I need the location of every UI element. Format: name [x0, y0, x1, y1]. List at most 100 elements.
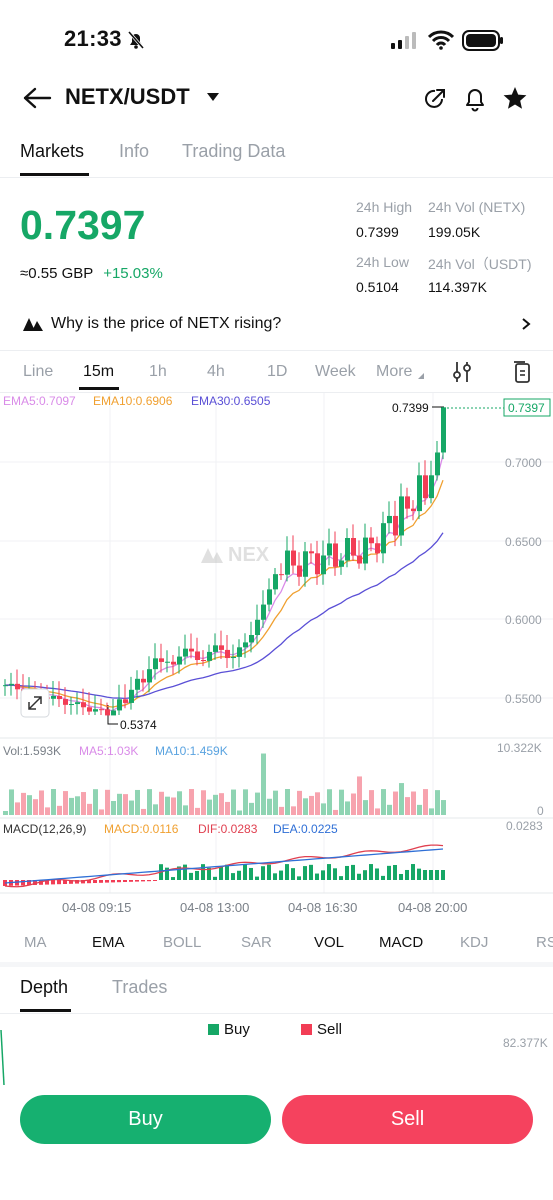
tf-15m[interactable]: 15m	[83, 363, 114, 381]
share-icon[interactable]	[423, 87, 447, 111]
status-time: 21:33	[64, 26, 122, 51]
volume-bar	[117, 793, 122, 815]
signal-icon	[391, 32, 416, 49]
volume-bar	[105, 789, 110, 815]
more-caret-icon	[418, 373, 424, 379]
candle-up	[9, 683, 14, 686]
candle-up	[321, 555, 326, 575]
tab-depth[interactable]: Depth	[20, 977, 68, 998]
candle-down	[333, 543, 338, 567]
macd-bar	[375, 868, 379, 880]
candle-up	[3, 685, 8, 687]
candle-down	[309, 551, 314, 554]
why-rising-row[interactable]: Why is the price of NETX rising?	[0, 305, 553, 345]
volume-bar	[393, 791, 398, 815]
ema-lines	[4, 454, 444, 712]
favorite-star-icon[interactable]	[502, 86, 528, 110]
ind-ma[interactable]: MA	[24, 934, 47, 951]
price-tick: 0.5500	[505, 692, 542, 706]
macd-bar	[435, 870, 439, 880]
volume-bar	[63, 791, 68, 815]
chart-grid	[0, 393, 553, 894]
candle-down	[159, 658, 164, 662]
candle-up	[363, 537, 368, 564]
macd-bar	[57, 880, 61, 885]
sell-button[interactable]: Sell	[282, 1095, 533, 1144]
macd-bars	[3, 844, 445, 888]
macd-bar	[309, 864, 313, 880]
candle-up	[93, 709, 98, 712]
macd-bar	[417, 868, 421, 880]
macd-bar	[99, 880, 103, 883]
volume-bar	[207, 799, 212, 815]
candle-up	[111, 710, 116, 716]
ind-macd[interactable]: MACD	[379, 934, 423, 951]
tf-1h[interactable]: 1h	[149, 363, 167, 381]
tab-markets[interactable]: Markets	[20, 141, 84, 162]
alert-bell-icon[interactable]	[463, 86, 487, 112]
tab-trades[interactable]: Trades	[112, 977, 167, 998]
volume-bar	[435, 790, 440, 815]
macd-bar	[237, 870, 241, 880]
back-arrow-icon[interactable]	[22, 86, 52, 110]
macd-bar	[339, 876, 343, 880]
volume-bar	[261, 753, 266, 815]
battery-icon	[462, 30, 503, 51]
volume-bar	[291, 806, 296, 815]
macd-bar	[213, 876, 217, 880]
ind-boll[interactable]: BOLL	[163, 934, 201, 951]
volume-bar	[51, 789, 56, 815]
dif-value: DIF:0.0283	[198, 822, 258, 836]
ind-kdj[interactable]: KDJ	[460, 934, 488, 951]
volume-bar	[69, 797, 74, 815]
time-tick: 04-08 09:15	[62, 900, 131, 915]
candle-up	[429, 475, 434, 499]
candlestick-chart[interactable]: NEX EMA5:0.7097 EMA10:0.6906 EMA30:0.650…	[0, 393, 553, 923]
macd-bar	[117, 880, 121, 883]
tab-info[interactable]: Info	[119, 141, 149, 162]
caret-down-icon[interactable]	[206, 92, 220, 102]
volume-bar	[405, 797, 410, 815]
volume-bar	[195, 807, 200, 815]
volume-bar	[381, 789, 386, 815]
candle-down	[81, 702, 86, 708]
candle-up	[435, 452, 440, 476]
candle-down	[105, 709, 110, 716]
time-tick: 04-08 16:30	[288, 900, 357, 915]
pair-title[interactable]: NETX/USDT	[65, 84, 190, 110]
tf-4h[interactable]: 4h	[207, 363, 225, 381]
volume-bar	[21, 792, 26, 815]
macd-bar	[279, 870, 283, 880]
volume-bar	[33, 799, 38, 815]
price-tick: 0.6000	[505, 613, 542, 627]
current-price-tag-text: 0.7397	[508, 401, 545, 415]
depth-curve	[0, 1030, 5, 1086]
ind-ema[interactable]: EMA	[92, 934, 125, 951]
indicator-settings-icon[interactable]	[452, 361, 472, 383]
candle-up	[381, 523, 386, 554]
chevron-right-icon	[522, 318, 531, 330]
tf-1d[interactable]: 1D	[267, 363, 287, 381]
tab-trading-data[interactable]: Trading Data	[182, 141, 285, 162]
ind-rsi[interactable]: RS	[536, 934, 553, 951]
macd-bar	[171, 877, 175, 880]
ind-vol[interactable]: VOL	[314, 934, 344, 951]
macd-bar	[111, 880, 115, 883]
tf-week[interactable]: Week	[315, 363, 356, 381]
buy-button[interactable]: Buy	[20, 1095, 271, 1144]
macd-bar	[333, 868, 337, 880]
macd-bar	[387, 865, 391, 880]
volume-bar	[237, 810, 242, 815]
macd-bar	[261, 866, 265, 880]
macd-bar	[273, 873, 277, 880]
ind-sar[interactable]: SAR	[241, 934, 272, 951]
candle-up	[267, 589, 272, 605]
volume-bar	[267, 798, 272, 815]
buy-legend-swatch	[208, 1024, 219, 1035]
volume-bar	[303, 798, 308, 815]
candle-down	[369, 537, 374, 544]
tf-more[interactable]: More	[376, 363, 412, 381]
tf-line[interactable]: Line	[23, 363, 53, 381]
fullscreen-icon[interactable]	[513, 361, 531, 383]
macd-bar	[243, 864, 247, 880]
